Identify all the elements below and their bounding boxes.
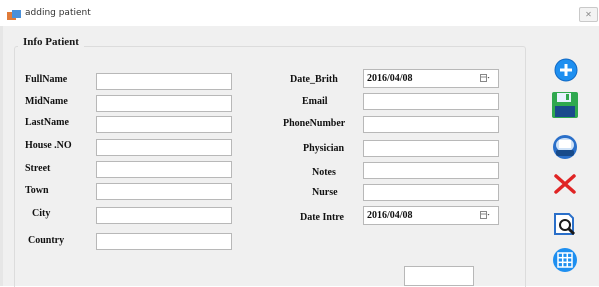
date-birth-label: Date_Brith — [290, 74, 338, 85]
street-input[interactable] — [96, 161, 232, 178]
add-button[interactable] — [554, 58, 578, 82]
group-title: Info Patient — [18, 36, 84, 48]
street-label: Street — [25, 163, 51, 174]
country-input[interactable] — [96, 233, 232, 250]
city-input[interactable] — [96, 207, 232, 224]
window-title: adding patient — [25, 8, 91, 18]
fullname-label: FullName — [25, 74, 68, 85]
notes-input[interactable] — [363, 162, 499, 179]
email-input[interactable] — [363, 93, 499, 110]
extra-input[interactable] — [404, 266, 474, 286]
town-input[interactable] — [96, 183, 232, 200]
fullname-input[interactable] — [96, 73, 232, 90]
calendar-dropdown-icon[interactable] — [480, 74, 490, 83]
print-button[interactable] — [551, 133, 579, 161]
midname-input[interactable] — [96, 95, 232, 112]
lastname-label: LastName — [25, 117, 69, 128]
house-no-label: House .NO — [25, 140, 72, 151]
date-intre-label: Date Intre — [300, 212, 344, 223]
midname-label: MidName — [25, 96, 68, 107]
house-no-input[interactable] — [96, 139, 232, 156]
phone-number-input[interactable] — [363, 116, 499, 133]
grid-button[interactable] — [552, 247, 578, 273]
app-icon — [7, 10, 21, 20]
country-label: Country — [28, 235, 65, 246]
calendar-dropdown-icon[interactable] — [480, 211, 490, 220]
physician-label: Physician — [303, 143, 345, 154]
save-button[interactable] — [551, 91, 579, 119]
date-intre-value: 2016/04/08 — [367, 210, 413, 221]
title-bar: adding patient ✕ — [0, 0, 599, 26]
town-label: Town — [25, 185, 49, 196]
window-border — [0, 26, 3, 286]
lastname-input[interactable] — [96, 116, 232, 133]
search-button[interactable] — [551, 210, 579, 238]
nurse-label: Nurse — [312, 187, 338, 198]
delete-button[interactable] — [553, 172, 577, 196]
city-label: City — [32, 208, 51, 219]
date-intre-picker[interactable]: 2016/04/08 — [363, 206, 499, 225]
nurse-input[interactable] — [363, 184, 499, 201]
phone-number-label: PhoneNumber — [283, 118, 346, 129]
notes-label: Notes — [312, 167, 336, 178]
close-button[interactable]: ✕ — [579, 7, 598, 22]
date-birth-picker[interactable]: 2016/04/08 — [363, 69, 499, 88]
physician-input[interactable] — [363, 140, 499, 157]
date-birth-value: 2016/04/08 — [367, 73, 413, 84]
email-label: Email — [302, 96, 328, 107]
